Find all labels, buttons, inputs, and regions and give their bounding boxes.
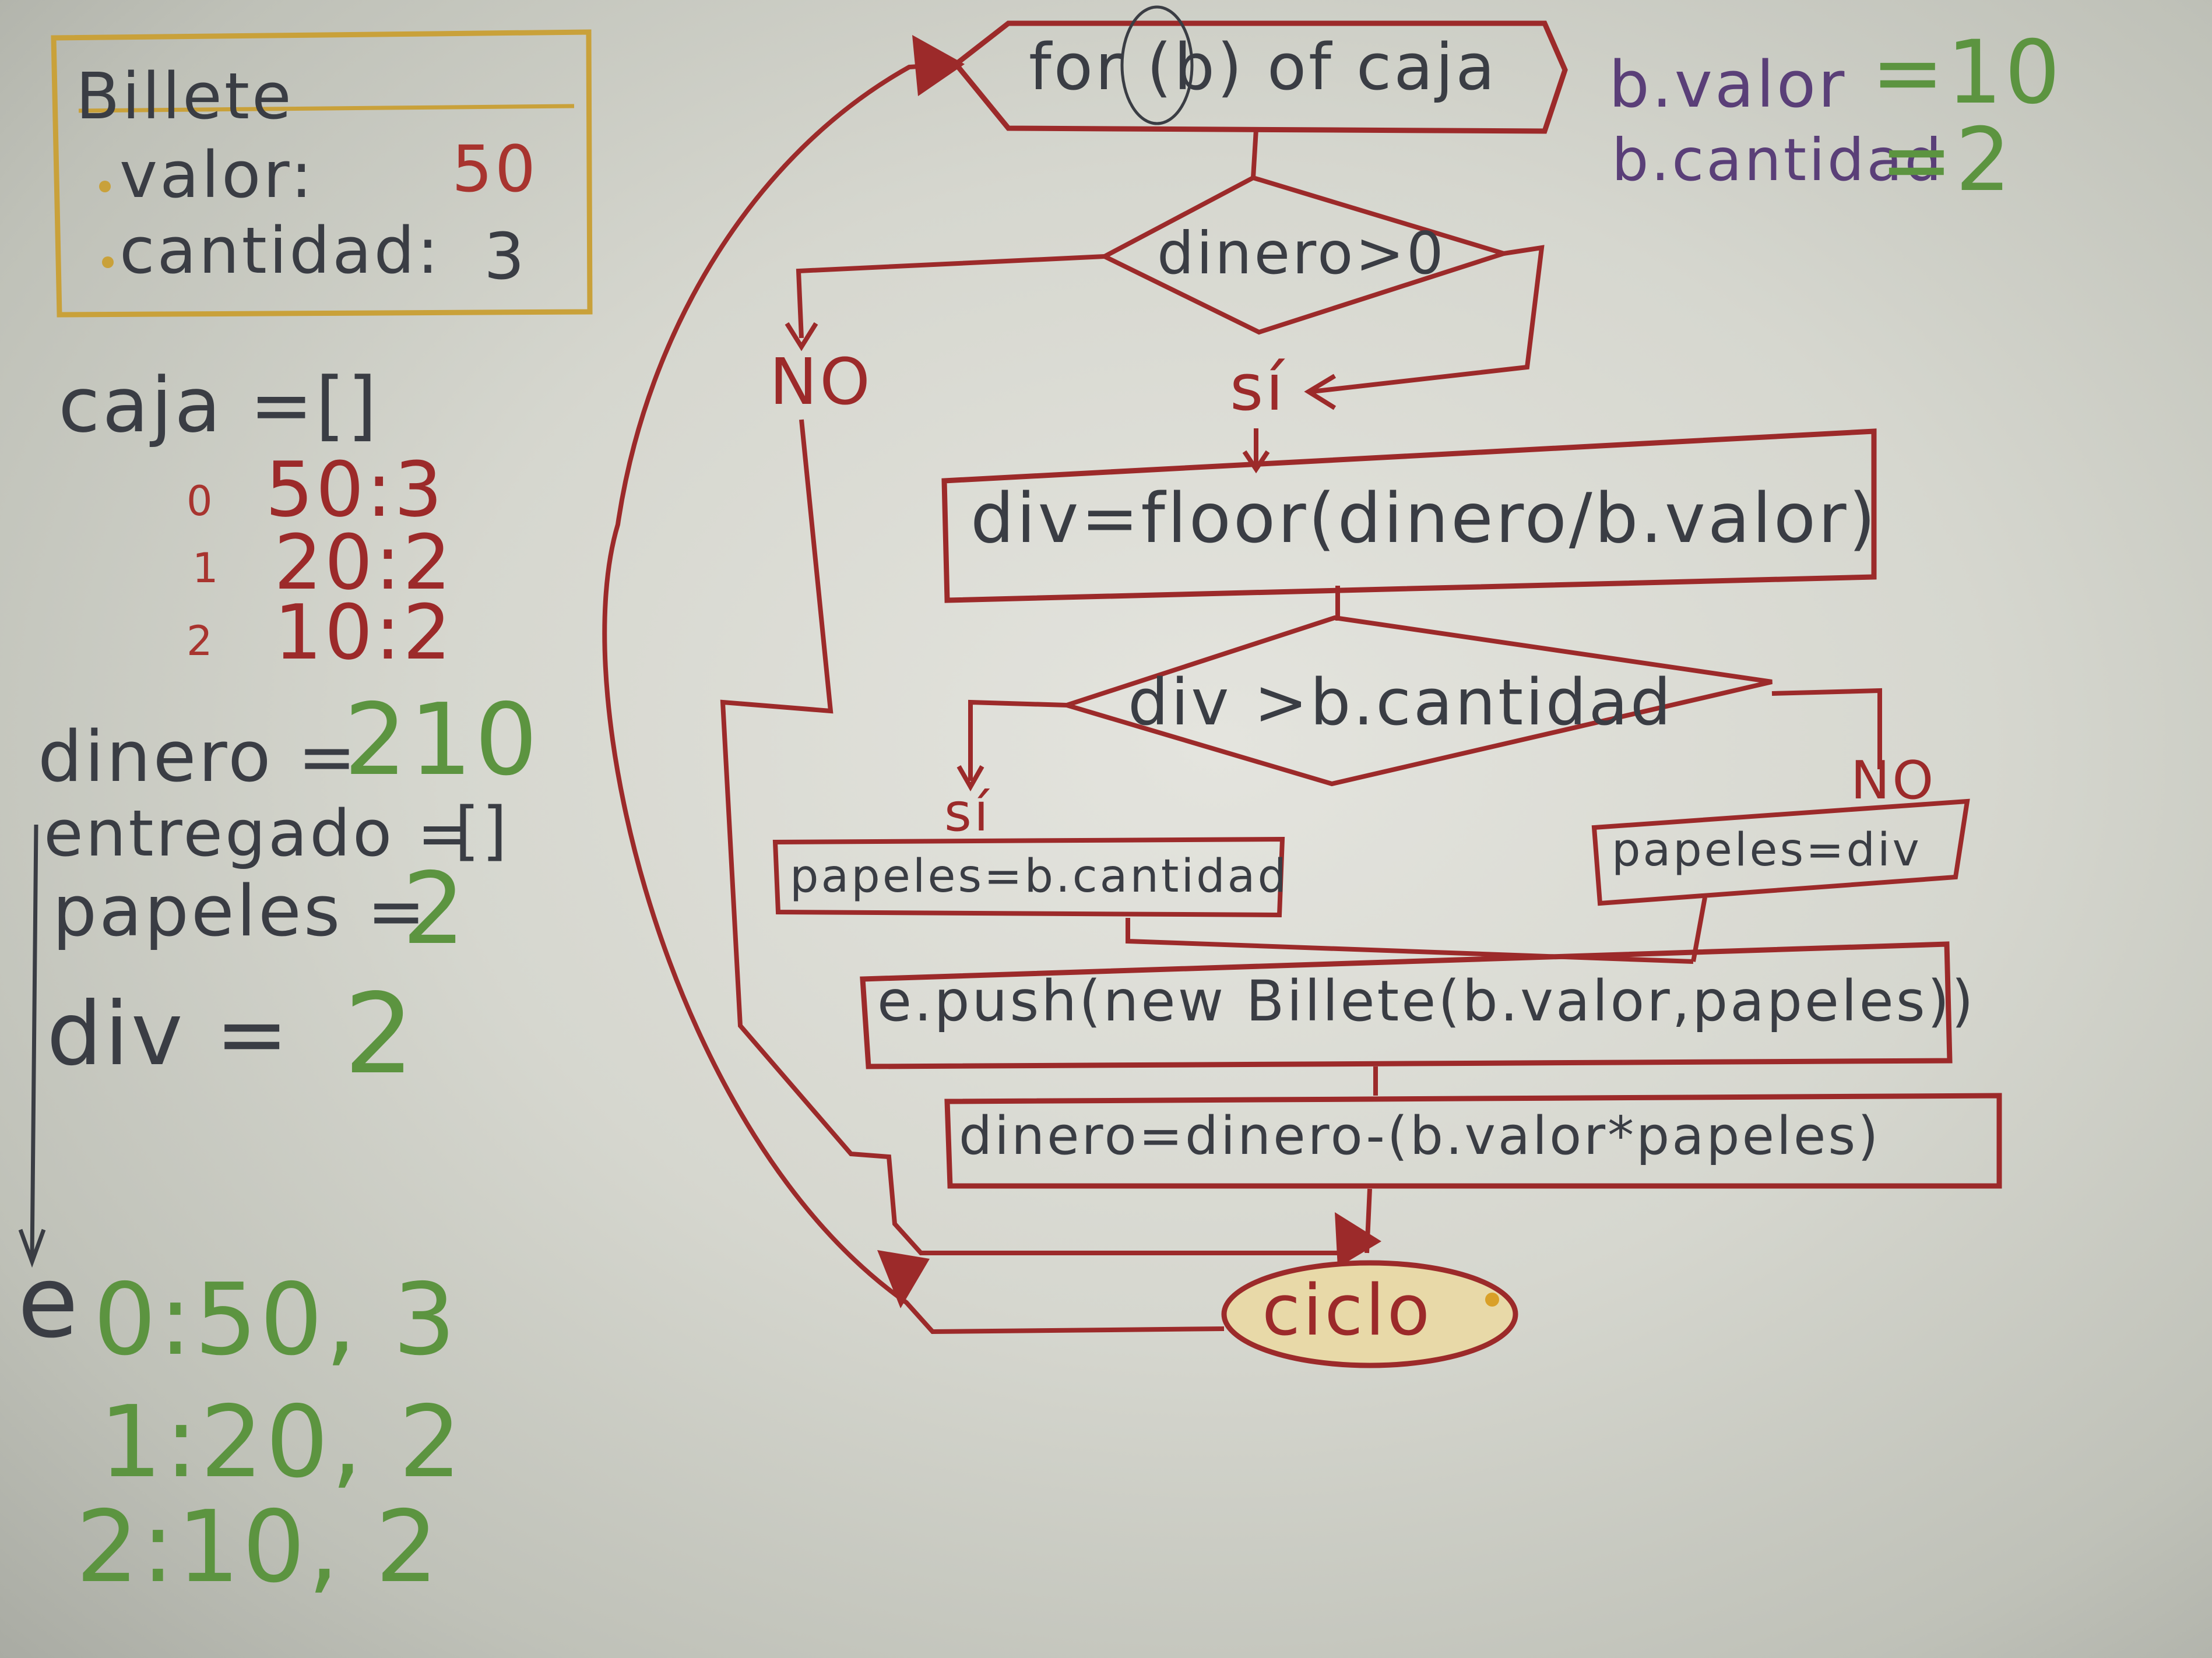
b-valor-label: b.valor <box>1609 47 1847 122</box>
push-label: e.push(new Billete(b.valor,papeles)) <box>877 969 1976 1034</box>
cond2-yes-connector <box>956 699 1067 792</box>
entregado-arrow <box>18 824 46 1268</box>
cond2-label: div >b.cantidad <box>1128 665 1673 740</box>
div-label: div = <box>47 984 291 1085</box>
update-label: dinero=dinero-(b.valor*papeles) <box>959 1106 1881 1167</box>
entregado-index: 1 <box>99 1385 165 1500</box>
div-value: 2 <box>344 970 417 1099</box>
entregado-cantidad: 3 <box>392 1262 459 1378</box>
step-no-label: papeles=div <box>1612 824 1922 876</box>
entregado-index: 2 <box>76 1490 142 1605</box>
caja-item: 50:3 <box>265 445 445 534</box>
caja-index: 0 <box>187 477 215 525</box>
cond1-label: dinero>0 <box>1157 219 1446 287</box>
class-cantidad-label: cantidad: <box>119 213 441 288</box>
entregado-sep: : <box>159 1262 195 1378</box>
class-cantidad-value: 3 <box>484 219 527 294</box>
papeles-label: papeles = <box>52 871 428 952</box>
entregado-row: 0:50, 3 <box>93 1262 459 1378</box>
return-arrowhead-lower <box>877 1250 930 1308</box>
return-arrowhead <box>912 35 965 96</box>
class-valor-label: valor: <box>119 138 315 212</box>
div-step-label: div=floor(dinero/b.valor) <box>970 478 1878 558</box>
entregado-sep: : <box>164 1385 201 1500</box>
step-yes-label: papeles=b.cantidad <box>790 850 1289 903</box>
entregado-letter: e <box>17 1245 81 1360</box>
class-valor-value: 50 <box>452 132 538 206</box>
cond1-no-connector <box>785 254 1105 351</box>
loop-label: for (b) of caja <box>1029 30 1497 104</box>
entregado-valor: 50 <box>194 1262 325 1378</box>
entregado-row: 1:20, 2 <box>99 1385 465 1500</box>
ciclo-label: ciclo <box>1262 1270 1433 1351</box>
dinero-label: dinero = <box>38 717 359 798</box>
merge-connector <box>1126 897 1707 964</box>
caja-title: caja =[] <box>58 361 379 449</box>
dinero-value: 210 <box>344 682 540 798</box>
class-title: Billete <box>76 59 294 133</box>
b-valor-value: =10 <box>1871 22 2063 124</box>
caja-index: 1 <box>192 544 221 592</box>
cond2-yes-label: sí <box>944 782 991 843</box>
entregado-row: 2:10, 2 <box>76 1490 441 1605</box>
entregado-valor: 20 <box>200 1385 331 1500</box>
cond2-no-label: NO <box>1851 750 1936 811</box>
cond1-yes-label: sí <box>1230 350 1286 425</box>
entregado-cantidad: 2 <box>398 1385 465 1500</box>
entregado-valor: 10 <box>177 1490 308 1605</box>
caja-index: 2 <box>187 617 215 665</box>
entregado-index: 0 <box>93 1262 159 1378</box>
caja-item: 10:2 <box>274 588 453 677</box>
cond1-no-label: NO <box>769 344 873 419</box>
papeles-value: 2 <box>402 851 468 967</box>
connector <box>1251 129 1258 178</box>
entregado-cantidad: 2 <box>375 1490 441 1605</box>
b-cantidad-value: =2 <box>1880 110 2014 211</box>
entregado-sep: : <box>141 1490 177 1605</box>
bullet-dot <box>99 181 111 192</box>
ciclo-dot <box>1485 1293 1499 1307</box>
bullet-dot <box>102 256 114 268</box>
ciclo-arrowhead <box>1335 1212 1381 1268</box>
